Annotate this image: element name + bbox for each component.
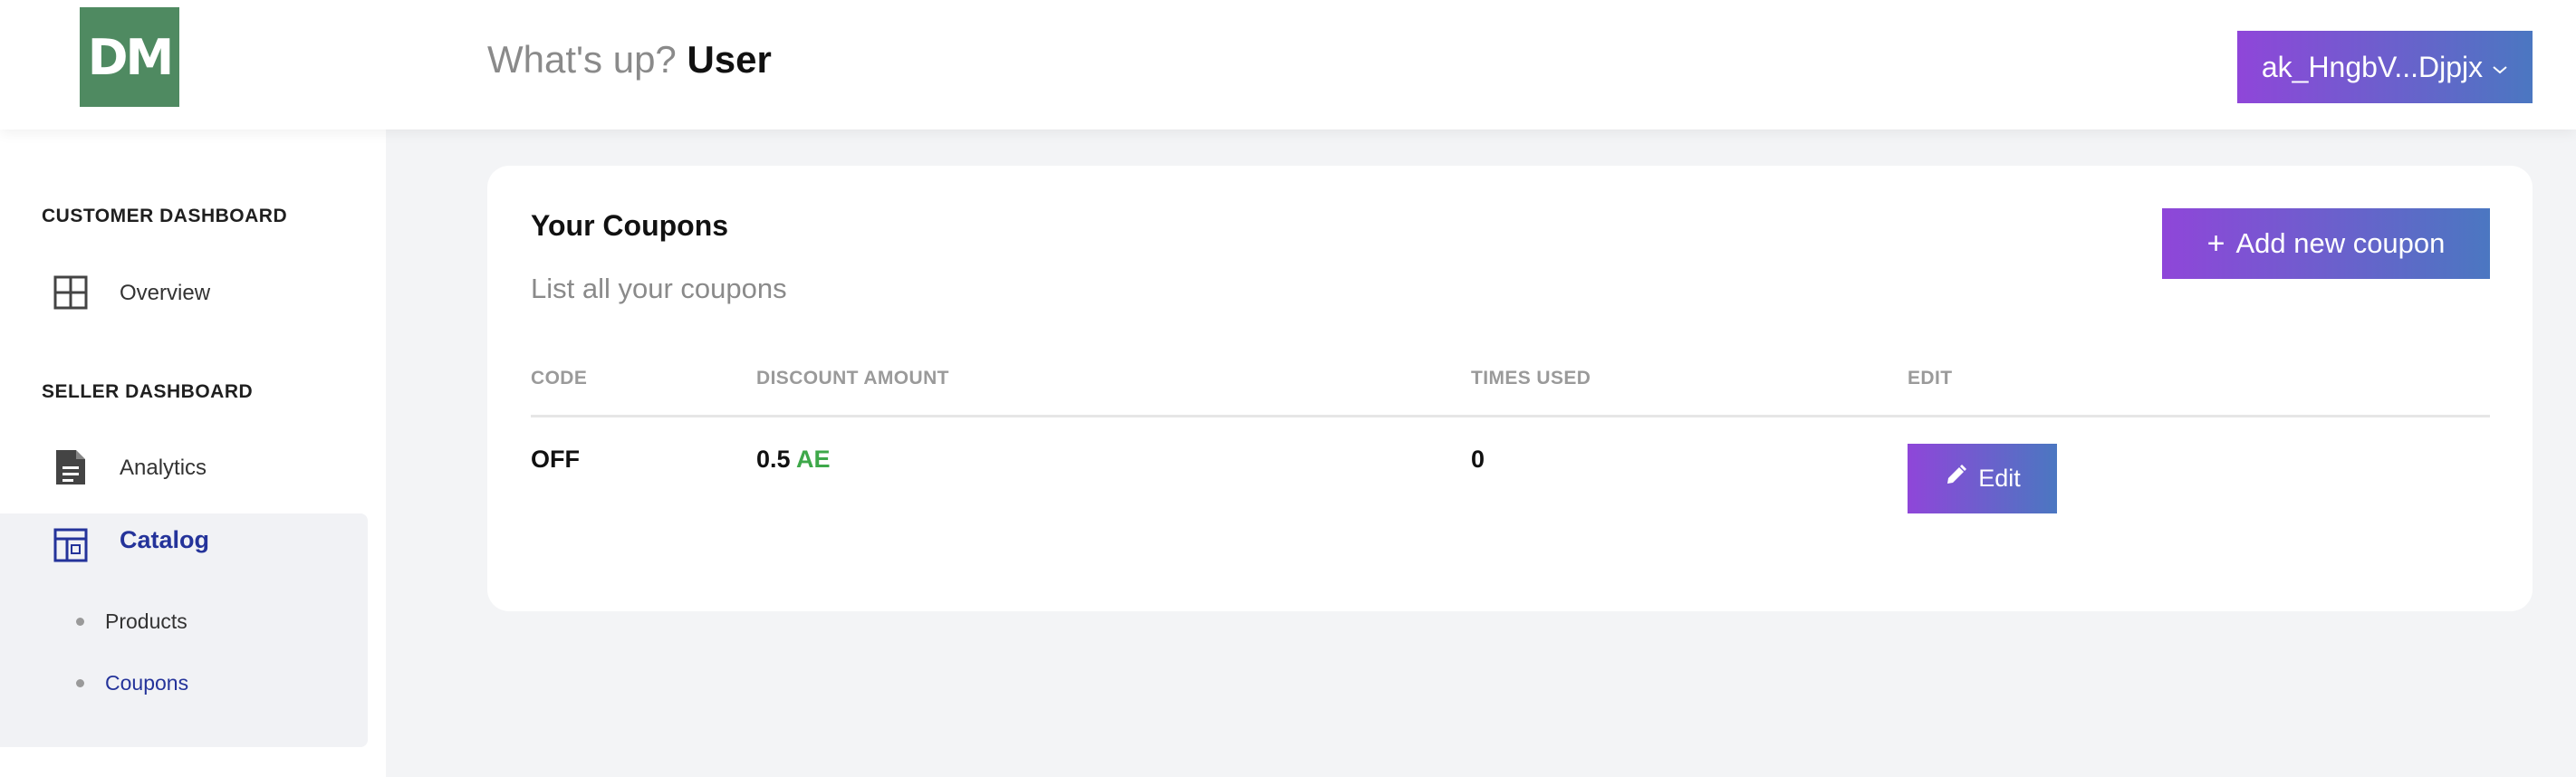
seller-dashboard-heading: SELLER DASHBOARD [42,381,254,402]
greeting-text: What's up? [487,38,677,81]
sidebar-subitem-label: Coupons [105,671,189,695]
account-label: ak_HngbV...Djpjx [2261,50,2484,83]
top-header: DM What's up? User ak_HngbV...Djpjx [0,0,2576,130]
column-header-code: CODE [531,368,588,388]
logo[interactable]: DM [80,7,179,107]
add-coupon-button[interactable]: + Add new coupon [2162,208,2490,279]
sidebar-item-catalog[interactable]: Catalog [0,513,368,577]
page-subtitle: List all your coupons [531,273,787,304]
edit-label: Edit [1978,465,2021,492]
discount-value: 0.5 [756,446,791,473]
page-title: Your Coupons [531,209,729,242]
grid-icon [51,273,91,312]
bullet-icon [76,679,84,687]
bullet-icon [76,618,84,626]
sidebar-subitem-products[interactable]: Products [76,609,187,634]
document-icon [51,447,91,487]
sidebar-subitem-coupons[interactable]: Coupons [76,671,188,695]
edit-coupon-button[interactable]: Edit [1908,444,2057,513]
column-header-edit: EDIT [1908,368,1953,388]
account-dropdown-button[interactable]: ak_HngbV...Djpjx [2237,31,2533,103]
sidebar-catalog-group: Catalog Products Coupons [0,513,368,747]
sidebar-item-label: Catalog [120,526,210,553]
sidebar-subitem-label: Products [105,609,187,633]
table-divider [531,415,2490,417]
greeting: What's up? User [487,34,772,85]
sidebar-item-analytics[interactable]: Analytics [0,429,368,507]
sidebar-item-label: Overview [120,281,211,305]
chevron-down-icon [2492,57,2508,81]
column-header-times-used: TIMES USED [1471,368,1591,388]
greeting-username: User [687,38,772,81]
plus-icon: + [2206,225,2225,261]
layout-icon [51,525,91,565]
coupon-discount: 0.5 AE [756,446,831,474]
sidebar: CUSTOMER DASHBOARD Overview SELLER DASHB… [0,130,386,777]
discount-currency: AE [796,446,831,473]
coupon-code: OFF [531,446,580,473]
customer-dashboard-heading: CUSTOMER DASHBOARD [42,206,288,226]
sidebar-item-overview[interactable]: Overview [0,254,368,332]
column-header-discount: DISCOUNT AMOUNT [756,368,949,388]
coupons-card: Your Coupons List all your coupons + Add… [487,166,2533,611]
coupon-times-used: 0 [1471,446,1485,473]
sidebar-item-label: Analytics [120,456,207,480]
add-coupon-label: Add new coupon [2235,227,2446,259]
pencil-icon [1944,464,1967,494]
